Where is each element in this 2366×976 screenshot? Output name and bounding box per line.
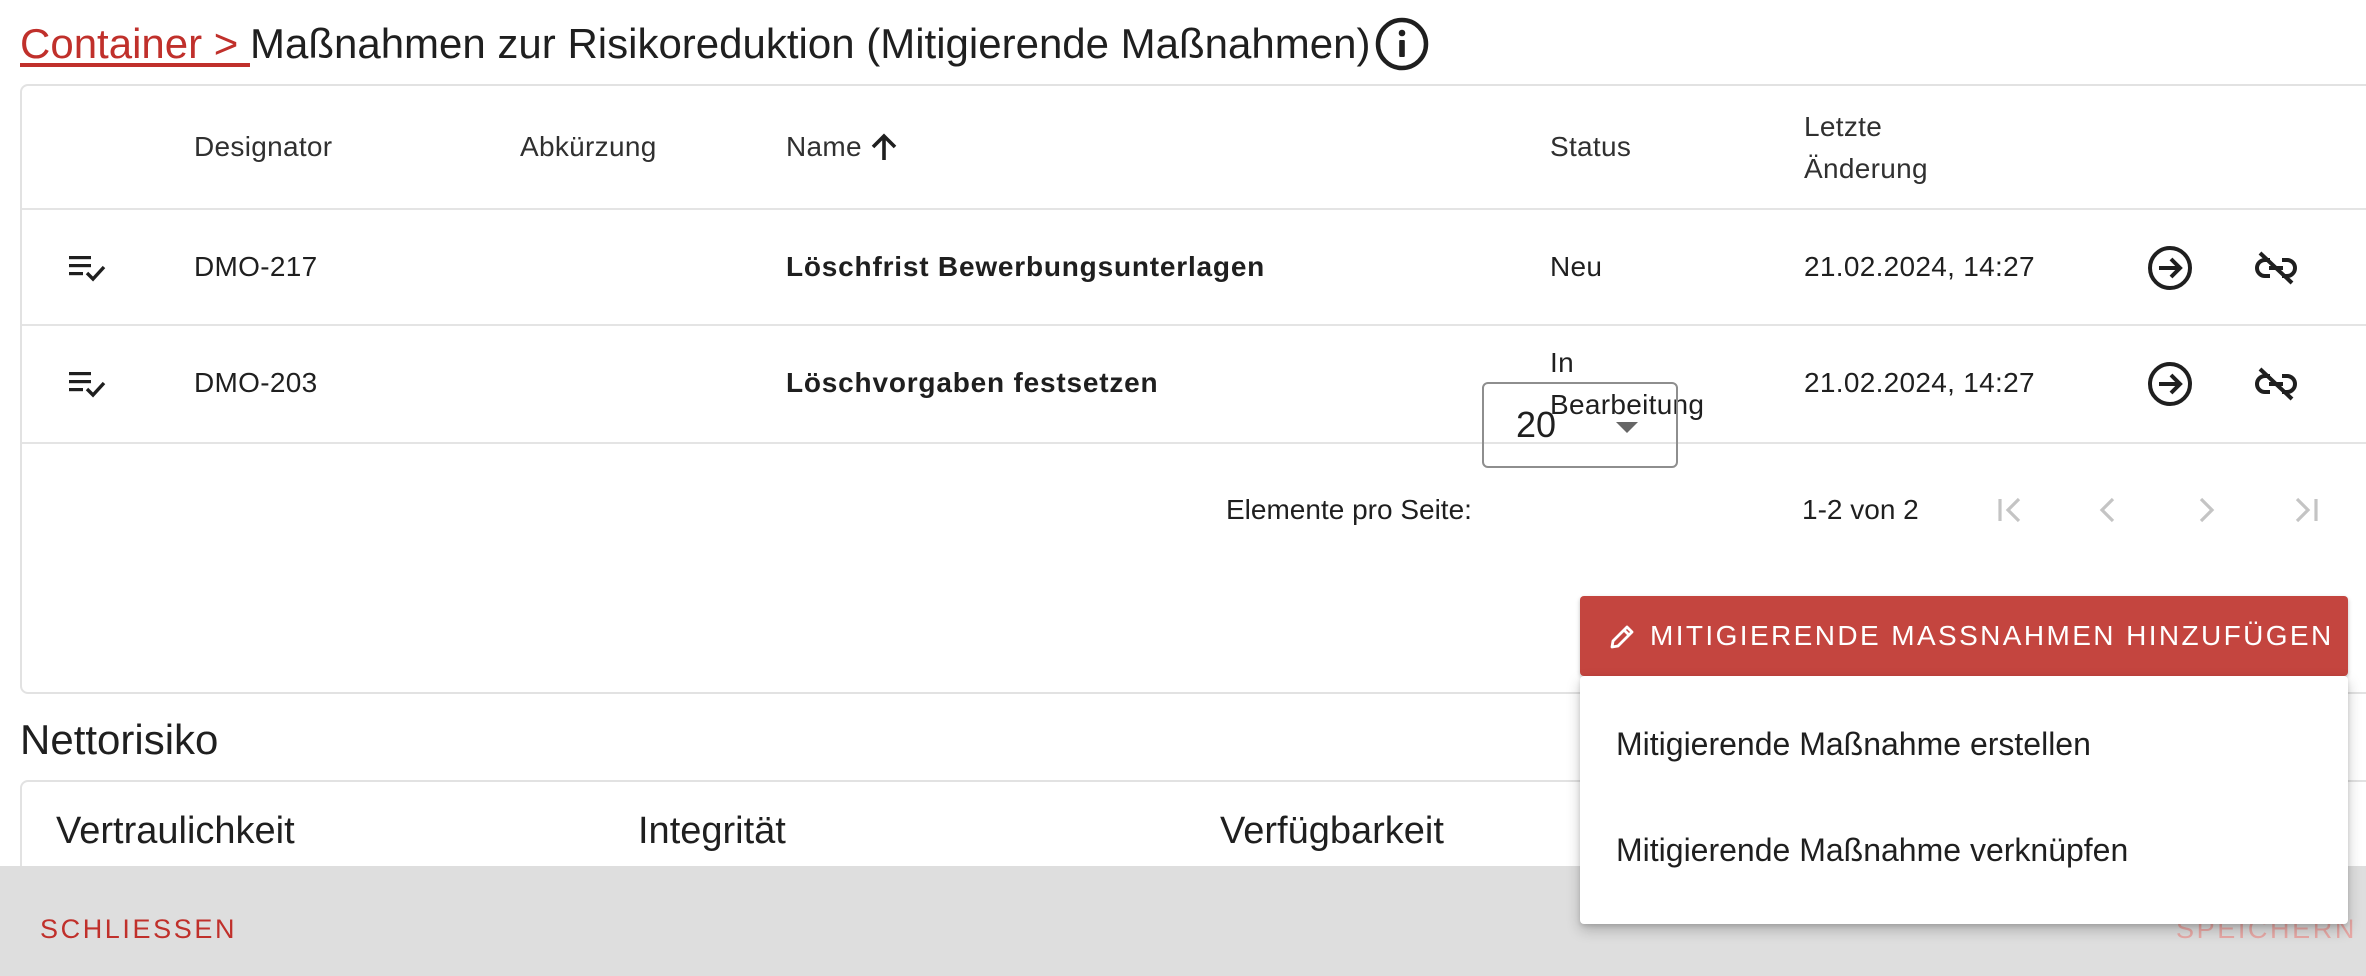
- add-mitigating-measures-label: MITIGIERENDE MASSNAHMEN HINZUFÜGEN: [1650, 620, 2334, 651]
- row-1-designator: DMO-217: [194, 251, 318, 282]
- items-per-page-value: 20: [1516, 404, 1557, 445]
- row-2-last-change: 21.02.2024, 14:27: [1804, 367, 2035, 398]
- row-1-name[interactable]: Löschfrist Bewerbungsunterlagen: [786, 246, 1265, 288]
- net-risk-column-integrity: Integrität: [638, 810, 786, 852]
- menu-item-create-measure[interactable]: Mitigierende Maßnahme erstellen: [1616, 726, 2091, 763]
- header-divider: [22, 208, 2366, 210]
- row-1-status: Neu: [1550, 251, 1603, 282]
- menu-item-link-measure[interactable]: Mitigierende Maßnahme verknüpfen: [1616, 832, 2128, 869]
- add-mitigating-measures-button[interactable]: MITIGIERENDE MASSNAHMEN HINZUFÜGEN: [1580, 596, 2348, 676]
- link-off-icon[interactable]: [2248, 356, 2304, 412]
- first-page-icon[interactable]: [1988, 488, 2032, 532]
- breadcrumb-container-link[interactable]: Container >: [20, 20, 250, 68]
- chevron-right-icon[interactable]: [2184, 488, 2228, 532]
- link-off-icon[interactable]: [2248, 240, 2304, 296]
- pencil-icon: [1608, 621, 1638, 651]
- column-header-name[interactable]: Name: [786, 126, 900, 168]
- row-divider: [22, 324, 2366, 326]
- column-header-status[interactable]: Status: [1550, 126, 1631, 168]
- page-header: Container > Maßnahmen zur Risikoreduktio…: [20, 14, 1430, 74]
- row-2-name[interactable]: Löschvorgaben festsetzen: [786, 362, 1158, 404]
- page-title: Maßnahmen zur Risikoreduktion (Mitigiere…: [249, 20, 1371, 67]
- arrow-right-circle-icon[interactable]: [2142, 240, 2198, 296]
- chevron-left-icon[interactable]: [2086, 488, 2130, 532]
- close-button[interactable]: SCHLIESSEN: [40, 914, 237, 945]
- column-header-name-label: Name: [786, 131, 862, 162]
- net-risk-column-availability: Verfügbarkeit: [1220, 810, 1444, 852]
- arrow-up-icon: [868, 131, 900, 163]
- net-risk-column-confidentiality: Vertraulichkeit: [56, 810, 295, 852]
- column-header-last-change-line1[interactable]: Letzte: [1804, 106, 1882, 148]
- info-circle-icon[interactable]: [1374, 16, 1430, 72]
- arrow-right-circle-icon[interactable]: [2142, 356, 2198, 412]
- add-measures-menu: Mitigierende Maßnahme erstellen Mitigier…: [1580, 676, 2348, 924]
- dropdown-arrow-icon: [1616, 422, 1638, 433]
- playlist-check-icon: [62, 358, 112, 408]
- last-page-icon[interactable]: [2284, 488, 2328, 532]
- row-2-designator: DMO-203: [194, 367, 318, 398]
- page-range-label: 1-2 von 2: [1802, 494, 1919, 525]
- playlist-check-icon: [62, 242, 112, 292]
- column-header-designator[interactable]: Designator: [194, 126, 332, 168]
- net-risk-title: Nettorisiko: [20, 716, 219, 763]
- row-2-status-line1: In: [1550, 347, 1574, 378]
- column-header-abbreviation[interactable]: Abkürzung: [520, 126, 657, 168]
- items-per-page-label: Elemente pro Seite:: [1226, 494, 1472, 525]
- row-1-last-change: 21.02.2024, 14:27: [1804, 251, 2035, 282]
- column-header-last-change-line2[interactable]: Änderung: [1804, 148, 1928, 190]
- row-divider: [22, 442, 2366, 444]
- items-per-page-select[interactable]: 20: [1482, 382, 1678, 468]
